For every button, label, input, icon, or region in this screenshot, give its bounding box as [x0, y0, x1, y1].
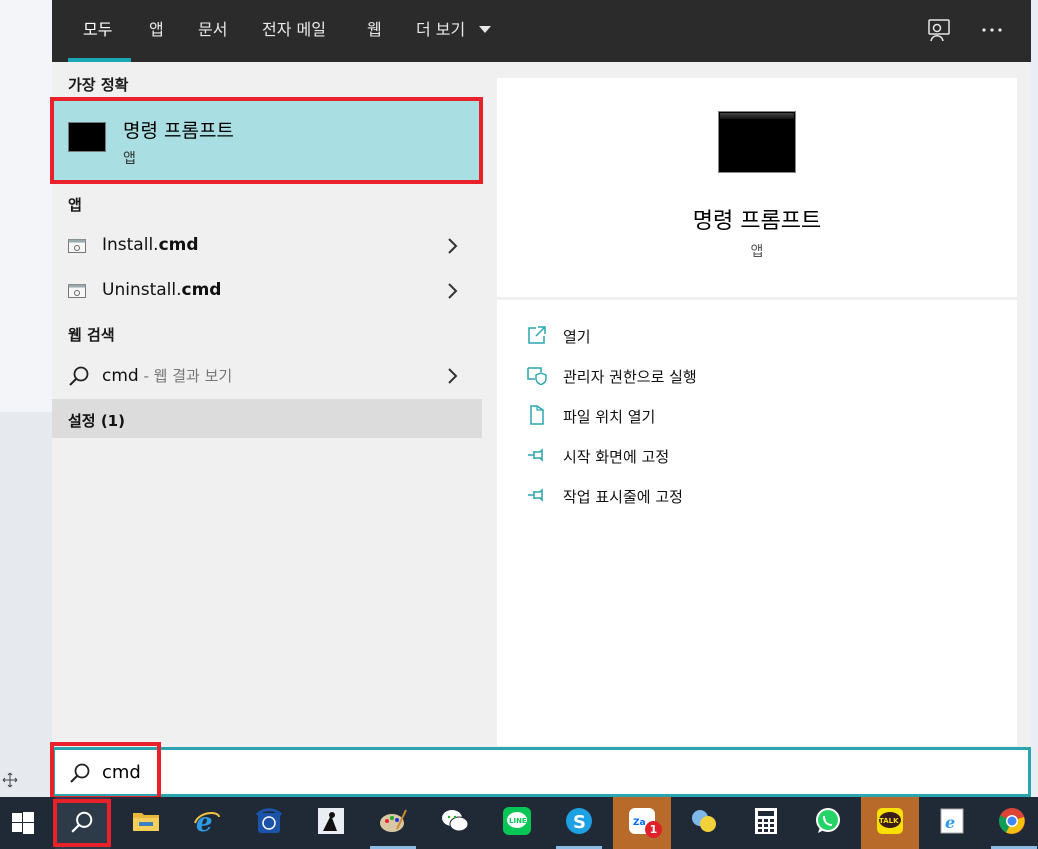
action-label: 시작 화면에 고정 [563, 448, 670, 466]
list-item[interactable]: Uninstall.cmd [52, 269, 482, 313]
action-label: 작업 표시줄에 고정 [563, 488, 683, 506]
search-panel: 모두 앱 문서 전자 메일 웹 더 보기 가장 정확 명령 프롬프트 앱 앱 I… [50, 0, 1031, 797]
ie-page-app[interactable]: e [923, 797, 981, 849]
phone-app[interactable] [240, 797, 298, 849]
calculator-icon [755, 808, 777, 834]
move-cursor-icon [2, 772, 18, 788]
kindle-app[interactable] [302, 797, 360, 849]
highlight-box [50, 97, 483, 184]
skype-app[interactable]: S [550, 797, 608, 849]
action-label: 관리자 권한으로 실행 [563, 368, 697, 386]
chevron-down-icon[interactable] [479, 26, 491, 33]
skype-icon: S [566, 808, 592, 834]
chevron-right-icon[interactable] [445, 282, 459, 300]
whatsapp-app[interactable] [799, 797, 857, 849]
tab-web[interactable]: 웹 [367, 0, 382, 62]
windows-logo-icon [12, 812, 34, 834]
desktop-edge [1031, 0, 1038, 797]
app-label: Install.cmd [102, 235, 199, 255]
pin-icon [528, 488, 543, 502]
tab-all[interactable]: 모두 [83, 0, 112, 62]
kakaotalk-label: TALK [879, 817, 899, 825]
cmd-file-icon [68, 284, 86, 298]
internet-explorer-app[interactable]: e [178, 797, 236, 849]
action-label: 열기 [563, 328, 591, 346]
calculator-app[interactable] [737, 797, 795, 849]
tab-more[interactable]: 더 보기 [416, 0, 465, 62]
active-tab-indicator [68, 58, 131, 62]
tab-documents[interactable]: 문서 [198, 0, 227, 62]
folder-icon [133, 813, 159, 831]
whatsapp-icon [816, 808, 840, 833]
feedback-icon[interactable] [926, 17, 952, 43]
desktop-background [0, 0, 52, 797]
file-explorer-app[interactable] [117, 797, 175, 849]
chrome-icon [998, 808, 1025, 834]
svg-text:LINE: LINE [509, 817, 527, 825]
kindle-icon [318, 808, 344, 834]
app-label: Uninstall.cmd [102, 280, 222, 300]
svg-text:e: e [945, 813, 955, 832]
zalo-app[interactable]: Za 1 [613, 797, 671, 849]
tab-email[interactable]: 전자 메일 [262, 0, 326, 62]
notification-badge: 1 [645, 821, 662, 838]
svg-text:Za: Za [633, 818, 646, 828]
cmd-file-icon [68, 239, 86, 253]
action-label: 파일 위치 열기 [563, 408, 656, 426]
line-app[interactable]: LINE [488, 797, 546, 849]
filter-tab-bar: 모두 앱 문서 전자 메일 웹 더 보기 [52, 0, 1031, 62]
telephone-icon [255, 808, 283, 833]
chrome-app[interactable] [985, 797, 1038, 849]
web-search-item[interactable]: cmd - 웹 결과 보기 [52, 354, 482, 398]
wechat-icon [442, 810, 469, 832]
highlight-box [53, 799, 111, 847]
chevron-right-icon[interactable] [445, 237, 459, 255]
preview-title: 명령 프롬프트 [692, 209, 822, 234]
start-button[interactable] [0, 797, 58, 849]
apps-heading: 앱 [68, 196, 82, 214]
highlight-box [50, 742, 161, 800]
svg-text:S: S [573, 812, 586, 833]
more-options-icon[interactable] [979, 17, 1005, 43]
preview-pane: 명령 프롬프트 앱 열기 관리자 권한으로 실행 파일 위치 열기 시작 화면에… [497, 78, 1017, 746]
internet-explorer-icon: e [194, 808, 220, 835]
best-match-heading: 가장 정확 [68, 76, 129, 94]
taskbar: e LINE S Za 1 TALK e [0, 797, 1038, 849]
line-icon: LINE [503, 807, 531, 835]
list-item[interactable]: Install.cmd [52, 224, 482, 268]
chat-bubbles-app[interactable] [675, 797, 733, 849]
desktop-shade [0, 412, 52, 797]
pin-icon [528, 448, 543, 462]
web-page-icon: e [940, 808, 964, 834]
web-search-heading: 웹 검색 [68, 326, 115, 344]
folder-location-icon [530, 405, 544, 425]
search-input[interactable]: cmd [52, 747, 1031, 797]
svg-text:e: e [196, 808, 213, 835]
tab-apps[interactable]: 앱 [149, 0, 164, 62]
shield-icon [527, 367, 547, 385]
command-prompt-large-icon [718, 111, 796, 173]
paint-app[interactable] [364, 797, 422, 849]
preview-divider [497, 297, 1017, 300]
kakaotalk-app[interactable]: TALK [861, 797, 919, 849]
open-icon [528, 326, 546, 344]
preview-subtitle: 앱 [750, 244, 764, 260]
settings-section[interactable]: 설정 (1) [52, 399, 482, 438]
palette-icon [380, 809, 407, 832]
web-search-label: cmd - 웹 결과 보기 [102, 366, 233, 386]
settings-label: 설정 (1) [68, 412, 125, 430]
search-icon [69, 366, 89, 386]
chevron-right-icon[interactable] [445, 367, 459, 385]
chat-bubbles-icon [692, 810, 716, 832]
wechat-app[interactable] [426, 797, 484, 849]
